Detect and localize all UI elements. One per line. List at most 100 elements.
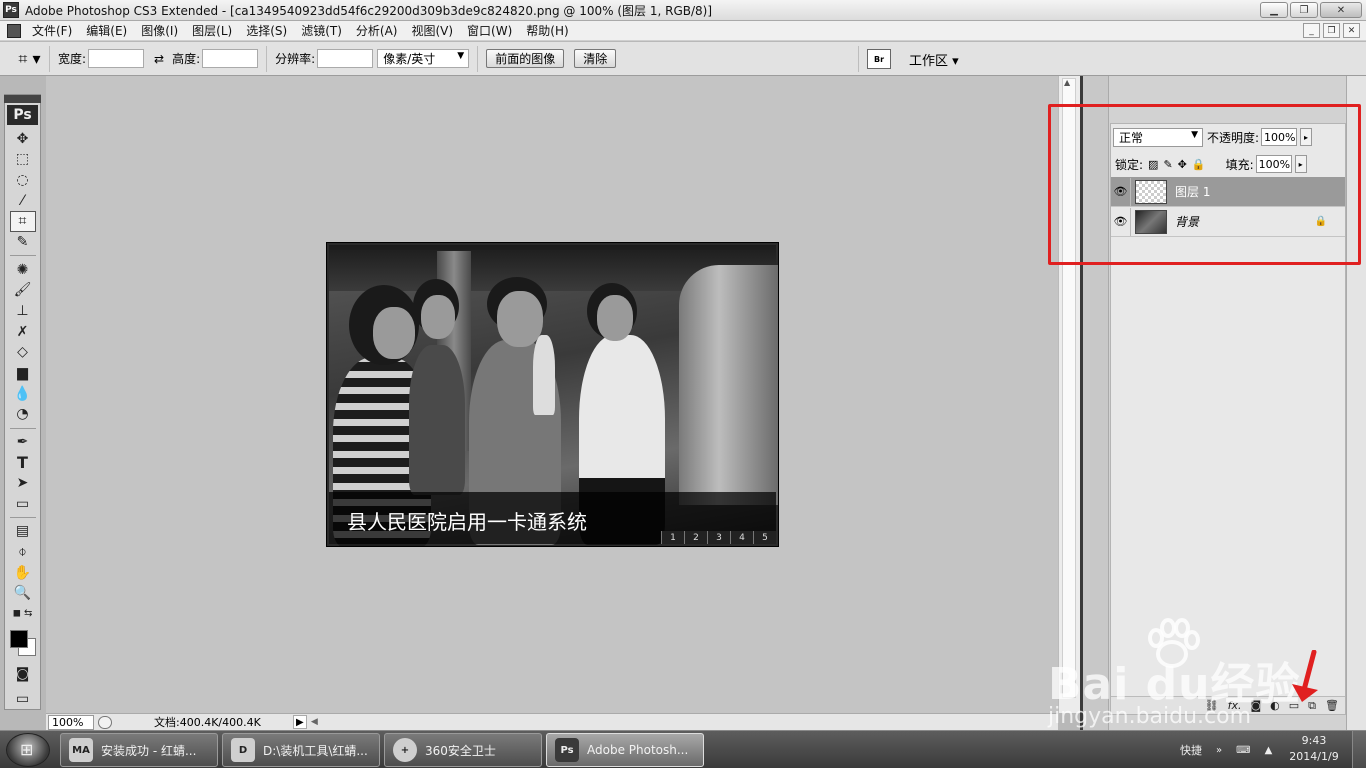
clone-stamp-tool-icon[interactable]: ⊥ (10, 301, 36, 322)
scroll-left-icon[interactable]: ◀ (311, 717, 318, 727)
separator (266, 45, 268, 72)
slice-tool-icon[interactable]: ✎ (10, 232, 36, 253)
minimize-button[interactable]: ▁ (1260, 2, 1288, 18)
ps-badge[interactable]: Ps (7, 104, 38, 125)
pager-item: 4 (730, 531, 753, 544)
photoshop-app-icon: Ps (3, 2, 19, 18)
width-input[interactable] (88, 49, 145, 68)
quick-launch-label[interactable]: 快捷 (1180, 742, 1202, 758)
toolbox-grip[interactable] (4, 95, 41, 103)
type-tool-icon[interactable]: T (10, 452, 36, 473)
link-layers-icon[interactable]: ⛓ (1205, 699, 1219, 712)
swap-colors-icon[interactable]: ◼ ⇆ (10, 604, 36, 625)
foreground-color-swatch[interactable] (9, 630, 28, 649)
document-menu-icon[interactable] (7, 23, 21, 38)
menu-select[interactable]: 选择(S) (239, 22, 294, 39)
title-bar: Ps Adobe Photoshop CS3 Extended - [ca134… (0, 0, 1366, 21)
folder-icon: D (231, 738, 255, 762)
tray-arrow-up-icon[interactable]: ▲ (1265, 745, 1273, 756)
resolution-unit-select[interactable]: 像素/英寸 ▼ (377, 49, 470, 68)
brush-tool-icon[interactable]: 🖌 (10, 280, 36, 301)
menu-help[interactable]: 帮助(H) (519, 22, 575, 39)
color-swatches (8, 628, 38, 657)
bridge-icon[interactable]: Br (867, 49, 891, 69)
menu-file[interactable]: 文件(F) (25, 22, 79, 39)
marquee-tool-icon[interactable]: ⬚ (10, 149, 36, 170)
scroll-up-icon[interactable]: ▲ (1064, 78, 1070, 87)
path-selection-tool-icon[interactable]: ➤ (10, 473, 36, 494)
dodge-tool-icon[interactable]: ◔ (10, 404, 36, 425)
pager-item: 5 (753, 531, 776, 544)
blur-tool-icon[interactable]: 💧 (10, 383, 36, 404)
swap-dimensions-icon[interactable]: ⇄ (154, 52, 164, 66)
resolution-input[interactable] (317, 49, 374, 68)
photoshop-icon: Ps (555, 738, 579, 762)
photo-atm-machine (679, 265, 778, 505)
pen-tool-icon[interactable]: ✒ (10, 431, 36, 452)
slide-pager: 1 2 3 4 5 (661, 531, 776, 544)
document-image[interactable]: 县人民医院启用一卡通系统 1 2 3 4 5 (326, 242, 779, 547)
keyboard-icon[interactable]: ⌨ (1236, 745, 1250, 756)
zoom-level-field[interactable]: 100% (48, 714, 94, 730)
caption-text: 县人民医院启用一卡通系统 (347, 510, 587, 534)
lasso-tool-icon[interactable]: ◌ (10, 170, 36, 191)
notes-tool-icon[interactable]: ▤ (10, 521, 36, 542)
photo-face (597, 295, 633, 341)
separator (858, 46, 859, 72)
menu-view[interactable]: 视图(V) (404, 22, 460, 39)
history-brush-tool-icon[interactable]: ✗ (10, 321, 36, 342)
photo-person (409, 345, 465, 495)
restore-button[interactable]: ❐ (1290, 2, 1318, 18)
pager-item: 1 (661, 531, 684, 544)
separator (477, 45, 479, 72)
quick-mask-icon[interactable]: ◙ (10, 664, 36, 685)
clock-time: 9:43 (1301, 734, 1327, 747)
doc-minimize-button[interactable]: _ (1303, 23, 1320, 38)
status-info-icon[interactable] (98, 715, 112, 729)
layer-style-fx-icon[interactable]: fx. (1228, 699, 1242, 712)
close-button[interactable]: ✕ (1320, 2, 1362, 18)
resolution-label: 分辨率: (275, 52, 316, 66)
show-desktop-button[interactable] (1352, 731, 1366, 768)
photo-face (497, 291, 543, 347)
front-image-button[interactable]: 前面的图像 (486, 49, 565, 68)
menu-window[interactable]: 窗口(W) (460, 22, 519, 39)
clear-button[interactable]: 清除 (574, 49, 617, 68)
menu-edit[interactable]: 编辑(E) (79, 22, 134, 39)
crop-tool-preset-icon[interactable]: ⌗ ▾ (10, 45, 50, 72)
height-input[interactable] (202, 49, 259, 68)
eraser-tool-icon[interactable]: ◇ (10, 342, 36, 363)
add-mask-icon[interactable]: ◙ (1250, 699, 1261, 712)
status-menu-arrow-icon[interactable]: ▶ (292, 715, 307, 729)
screen-mode-icon[interactable]: ▭ (10, 688, 36, 709)
menu-image[interactable]: 图像(I) (134, 22, 185, 39)
tray-expand-icon[interactable]: » (1216, 745, 1222, 756)
magic-wand-tool-icon[interactable]: ⁄ (10, 190, 36, 211)
window-title: Adobe Photoshop CS3 Extended - [ca134954… (25, 3, 713, 18)
photo-face (421, 295, 455, 339)
menu-filter[interactable]: 滤镜(T) (294, 22, 349, 39)
menu-layer[interactable]: 图层(L) (185, 22, 239, 39)
separator (9, 255, 36, 257)
taskbar-item[interactable]: D D:\装机工具\红蜻... (222, 733, 380, 767)
document-size: 文档:400.4K/400.4K (154, 716, 261, 729)
taskbar-item[interactable]: MA 安装成功 - 红蜻... (60, 733, 218, 767)
adjustment-layer-icon[interactable]: ◐ (1270, 699, 1280, 712)
menu-analysis[interactable]: 分析(A) (349, 22, 405, 39)
doc-restore-button[interactable]: ❐ (1323, 23, 1340, 38)
hand-tool-icon[interactable]: ✋ (10, 562, 36, 583)
move-tool-icon[interactable]: ✥ (10, 129, 36, 150)
shape-tool-icon[interactable]: ▭ (10, 493, 36, 514)
taskbar-item[interactable]: Ps Adobe Photosh... (546, 733, 704, 767)
zoom-tool-icon[interactable]: 🔍 (10, 583, 36, 604)
system-clock[interactable]: 9:43 2014/1/9 (1284, 733, 1344, 765)
crop-tool-icon[interactable]: ⌗ (9, 211, 36, 232)
workspace-menu[interactable]: 工作区 ▾ (909, 50, 959, 69)
separator (9, 517, 36, 519)
taskbar-item[interactable]: + 360安全卫士 (384, 733, 542, 767)
doc-close-button[interactable]: ✕ (1343, 23, 1360, 38)
gradient-tool-icon[interactable]: ▆ (10, 363, 36, 384)
resolution-unit-value: 像素/英寸 (383, 52, 436, 66)
eyedropper-tool-icon[interactable]: ⌽ (10, 542, 36, 563)
healing-brush-tool-icon[interactable]: ✺ (10, 259, 36, 280)
